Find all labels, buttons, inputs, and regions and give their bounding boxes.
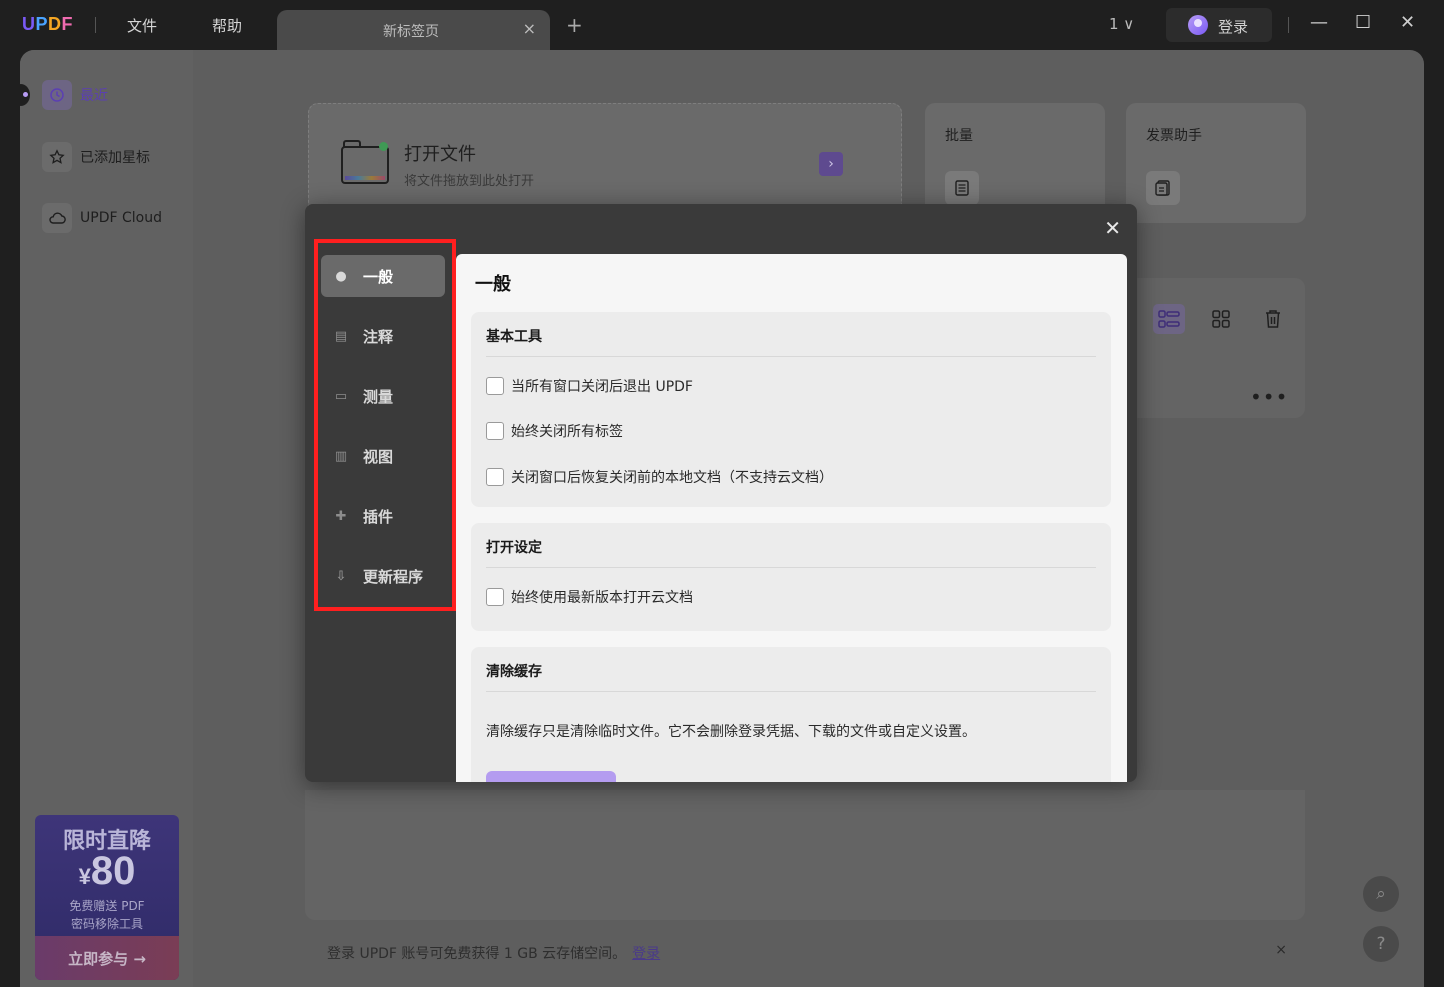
- sidebar-item-starred[interactable]: 已添加星标: [42, 142, 150, 172]
- open-file-subtitle: 将文件拖放到此处打开: [404, 174, 535, 189]
- grid-view-icon[interactable]: [1205, 304, 1237, 334]
- star-icon: [42, 142, 72, 172]
- checkbox[interactable]: [486, 377, 504, 395]
- notice-login-link[interactable]: 登录: [632, 946, 660, 962]
- checkbox[interactable]: [486, 422, 504, 440]
- list-view-icon[interactable]: [1153, 304, 1185, 334]
- menu-help[interactable]: 帮助: [212, 15, 242, 36]
- menu-file[interactable]: 文件: [127, 15, 157, 36]
- clear-cache-description: 清除缓存只是清除临时文件。它不会删除登录凭据、下载的文件或自定义设置。: [486, 724, 976, 740]
- batch-title: 批量: [945, 128, 973, 144]
- invoice-title: 发票助手: [1146, 128, 1202, 144]
- batch-icon: [945, 171, 979, 205]
- files-panel-bottom: [305, 790, 1305, 920]
- close-icon[interactable]: ✕: [1104, 218, 1121, 238]
- clock-icon: [42, 80, 72, 110]
- close-window-icon[interactable]: ✕: [1400, 12, 1415, 33]
- invoice-card[interactable]: 发票助手: [1126, 103, 1306, 223]
- section-title: 打开设定: [486, 540, 542, 556]
- clear-cache-button[interactable]: [486, 771, 616, 782]
- option-label: 始终关闭所有标签: [511, 424, 623, 440]
- preferences-content: 一般 基本工具 当所有窗口关闭后退出 UPDF 始终关闭所有标签 关闭窗口后恢复…: [456, 254, 1127, 782]
- login-button[interactable]: 登录: [1166, 8, 1272, 42]
- option-latest-cloud-version[interactable]: 始终使用最新版本打开云文档: [486, 587, 693, 607]
- promo-join-button[interactable]: 立即参与 →: [35, 936, 179, 980]
- option-quit-on-close[interactable]: 当所有窗口关闭后退出 UPDF: [486, 376, 693, 396]
- option-label: 始终使用最新版本打开云文档: [511, 590, 693, 606]
- preferences-nav: ● 一般 ▤ 注释 ▭ 测量 ▥ 视图 ✚ 插件 ⇩ 更新程序: [305, 204, 456, 782]
- promo-subtitle: 免费赠送 PDF 密码移除工具: [69, 899, 145, 931]
- sidebar: 最近 已添加星标 UPDF Cloud 限时直降 ¥80 免费赠送 PDF 密码…: [20, 50, 193, 987]
- notice-close-icon[interactable]: ×: [1275, 942, 1287, 958]
- titlebar-divider: [1288, 17, 1289, 33]
- checkbox[interactable]: [486, 588, 504, 606]
- section-title: 清除缓存: [486, 664, 542, 680]
- sidebar-item-recent[interactable]: 最近: [42, 80, 108, 110]
- sidebar-item-label: 最近: [80, 88, 108, 104]
- highlight-annotation-box: [314, 239, 456, 611]
- updf-logo: UPDF: [22, 14, 74, 34]
- window-count-dropdown[interactable]: 1 ∨: [1109, 15, 1134, 33]
- folder-icon: [341, 140, 389, 184]
- preferences-dialog: ✕ ● 一般 ▤ 注释 ▭ 测量 ▥ 视图 ✚ 插件 ⇩ 更新程序 一般 基本工…: [305, 204, 1137, 782]
- invoice-icon: [1146, 171, 1180, 205]
- divider: [486, 567, 1096, 568]
- section-basic-tools: 基本工具 当所有窗口关闭后退出 UPDF 始终关闭所有标签 关闭窗口后恢复关闭前…: [471, 312, 1111, 507]
- titlebar-divider: [95, 17, 96, 33]
- option-label: 关闭窗口后恢复关闭前的本地文档（不支持云文档）: [511, 470, 833, 486]
- help-icon[interactable]: ?: [1363, 926, 1399, 962]
- checkbox[interactable]: [486, 468, 504, 486]
- chevron-right-icon[interactable]: ›: [819, 152, 843, 176]
- section-open-settings: 打开设定 始终使用最新版本打开云文档: [471, 523, 1111, 631]
- sidebar-collapse-handle[interactable]: [20, 84, 30, 106]
- tab-new[interactable]: 新标签页 ×: [277, 10, 550, 50]
- sidebar-item-cloud[interactable]: UPDF Cloud: [42, 203, 162, 233]
- search-icon[interactable]: ⌕: [1363, 876, 1399, 912]
- tab-title: 新标签页: [383, 24, 439, 40]
- divider: [486, 356, 1096, 357]
- option-label: 当所有窗口关闭后退出 UPDF: [511, 379, 693, 395]
- add-tab-icon[interactable]: +: [566, 15, 583, 35]
- promo-price: ¥80: [78, 849, 136, 893]
- tab-close-icon[interactable]: ×: [523, 19, 536, 38]
- cloud-storage-notice: 登录 UPDF 账号可免费获得 1 GB 云存储空间。 登录 ×: [305, 932, 1305, 972]
- promo-banner[interactable]: 限时直降 ¥80 免费赠送 PDF 密码移除工具 立即参与 →: [35, 815, 179, 980]
- cloud-icon: [42, 203, 72, 233]
- avatar-icon: [1188, 15, 1208, 35]
- login-label: 登录: [1218, 18, 1249, 36]
- minimize-icon[interactable]: —: [1310, 12, 1328, 33]
- maximize-icon[interactable]: ☐: [1355, 12, 1371, 33]
- option-restore-documents[interactable]: 关闭窗口后恢复关闭前的本地文档（不支持云文档）: [486, 467, 833, 487]
- section-title: 基本工具: [486, 329, 542, 345]
- divider: [486, 691, 1096, 692]
- trash-icon[interactable]: [1257, 304, 1289, 334]
- title-bar: UPDF 文件 帮助 新标签页 × + 1 ∨ 登录 — ☐ ✕: [0, 0, 1444, 50]
- sidebar-item-label: 已添加星标: [80, 150, 150, 166]
- option-close-all-tabs[interactable]: 始终关闭所有标签: [486, 421, 623, 441]
- sidebar-item-label: UPDF Cloud: [80, 210, 162, 226]
- section-clear-cache: 清除缓存 清除缓存只是清除临时文件。它不会删除登录凭据、下载的文件或自定义设置。: [471, 647, 1111, 782]
- open-file-title: 打开文件: [404, 144, 476, 165]
- notice-text: 登录 UPDF 账号可免费获得 1 GB 云存储空间。: [327, 946, 627, 962]
- page-title: 一般: [475, 274, 511, 295]
- more-options-icon[interactable]: •••: [1250, 385, 1288, 409]
